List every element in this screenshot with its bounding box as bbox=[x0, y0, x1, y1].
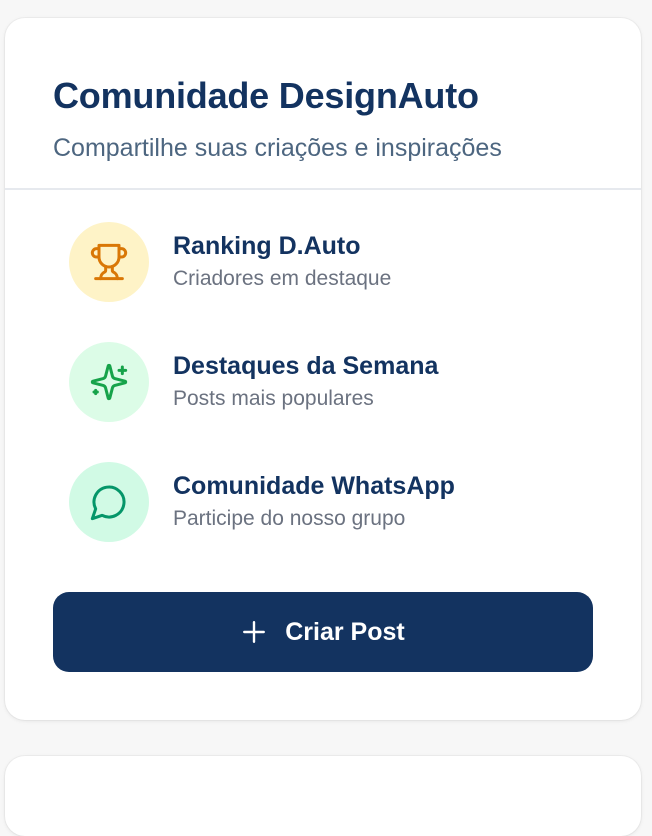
whatsapp-icon-circle bbox=[69, 462, 149, 542]
card-title: Comunidade DesignAuto bbox=[53, 75, 479, 116]
trophy-icon bbox=[90, 243, 128, 281]
card-header: Comunidade DesignAuto Compartilhe suas c… bbox=[5, 18, 641, 190]
ranking-icon-circle bbox=[69, 222, 149, 302]
highlights-title: Destaques da Semana bbox=[173, 352, 439, 380]
whatsapp-community-link[interactable]: Comunidade WhatsApp Participe do nosso g… bbox=[69, 462, 641, 542]
sparkles-icon bbox=[90, 363, 128, 401]
plus-icon bbox=[243, 621, 266, 643]
highlights-description: Posts mais populares bbox=[173, 387, 374, 410]
next-card bbox=[5, 756, 641, 836]
community-card: Comunidade DesignAuto Compartilhe suas c… bbox=[5, 18, 641, 720]
weekly-highlights-link[interactable]: Destaques da Semana Posts mais populares bbox=[69, 342, 641, 422]
message-circle-icon bbox=[90, 485, 126, 521]
create-post-label: Criar Post bbox=[285, 617, 405, 646]
ranking-link[interactable]: Ranking D.Auto Criadores em destaque bbox=[69, 222, 641, 302]
create-post-button[interactable]: Criar Post bbox=[53, 592, 593, 672]
ranking-description: Criadores em destaque bbox=[173, 267, 392, 290]
highlights-icon-circle bbox=[69, 342, 149, 422]
whatsapp-description: Participe do nosso grupo bbox=[173, 507, 406, 530]
whatsapp-title: Comunidade WhatsApp bbox=[173, 472, 455, 500]
ranking-title: Ranking D.Auto bbox=[173, 232, 361, 260]
card-subtitle: Compartilhe suas criações e inspirações bbox=[53, 134, 502, 162]
community-links: Ranking D.Auto Criadores em destaque Des… bbox=[5, 190, 641, 542]
